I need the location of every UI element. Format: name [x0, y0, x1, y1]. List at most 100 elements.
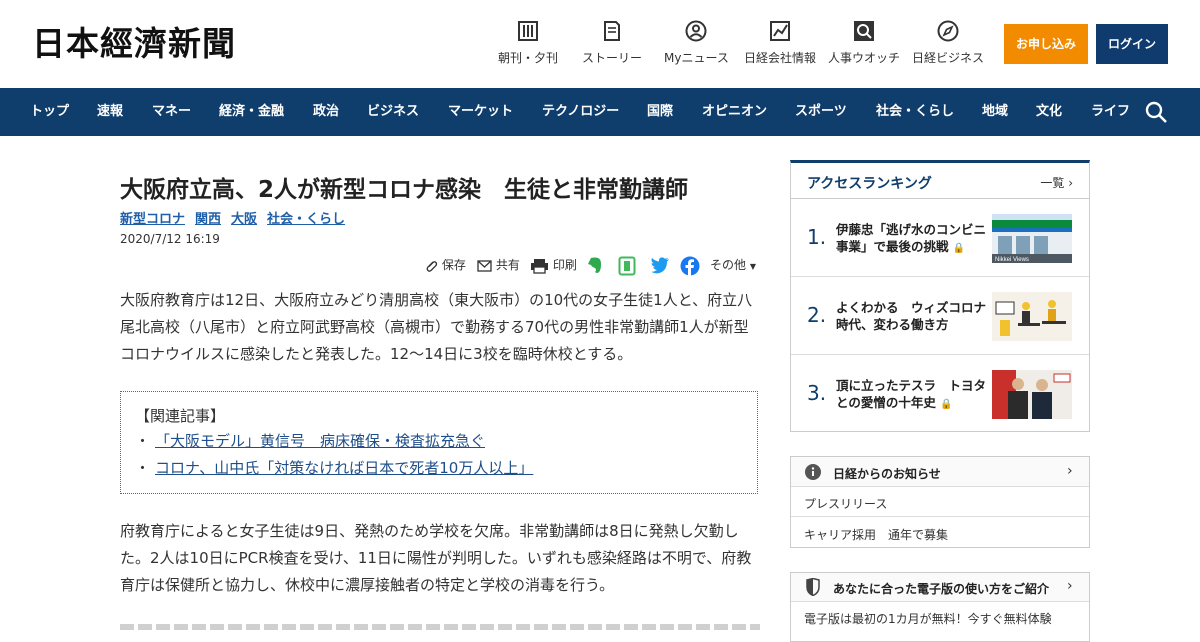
chart-icon	[770, 21, 790, 41]
related-heading: 【関連記事】	[135, 407, 226, 425]
nav-item-business[interactable]: ビジネス	[367, 88, 419, 136]
related-articles-box: 【関連記事】 ・「大阪モデル」黄信号 病床確保・検査拡充急ぐ ・コロナ、山中氏「…	[120, 391, 758, 494]
ranking-item[interactable]: 3. 頂に立ったテスラ トヨタとの愛憎の十年史 🔒	[791, 355, 1089, 433]
nav-label: 日経ビジネス	[912, 51, 985, 65]
nav-jinji-watch[interactable]: 人事ウオッチ	[828, 20, 900, 68]
save-button[interactable]: 保存	[424, 256, 466, 276]
compass-icon	[937, 20, 959, 42]
rank-number: 3.	[807, 381, 827, 405]
related-link[interactable]: 「大阪モデル」黄信号 病床確保・検査拡充急ぐ	[155, 432, 485, 450]
related-item: ・「大阪モデル」黄信号 病床確保・検査拡充急ぐ	[135, 428, 743, 455]
magnifier-icon	[854, 21, 874, 41]
article-tags: 新型コロナ 関西 大阪 社会・くらし	[120, 208, 355, 227]
nav-company-info[interactable]: 日経会社情報	[744, 20, 816, 68]
nikkei-notices: 日経からのお知らせ › プレスリリース キャリア採用 通年で募集	[790, 456, 1090, 548]
tag-link[interactable]: 新型コロナ	[120, 212, 185, 227]
twitter-button[interactable]	[650, 256, 670, 276]
nav-item-region[interactable]: 地域	[982, 88, 1008, 136]
ranking-item[interactable]: 2. よくわかる ウィズコロナ時代、変わる働き方	[791, 277, 1089, 355]
notice-label: キャリア採用 通年で募集	[804, 528, 949, 542]
clip-icon	[426, 260, 438, 272]
nav-item-top[interactable]: トップ	[30, 88, 69, 136]
tag-link[interactable]: 関西	[195, 212, 221, 227]
print-button[interactable]: 印刷	[530, 256, 577, 276]
login-button[interactable]: ログイン	[1096, 24, 1168, 64]
apply-button[interactable]: お申し込み	[1004, 24, 1088, 64]
caret-down-icon: ▼	[749, 262, 756, 271]
user-icon	[685, 20, 707, 42]
nav-item-sports[interactable]: スポーツ	[795, 88, 847, 136]
article-date: 2020/7/12 16:19	[120, 232, 220, 246]
more-label: その他	[710, 258, 747, 272]
evernote-icon	[588, 257, 601, 273]
chevron-right-icon: ›	[1067, 578, 1073, 594]
rank-number: 2.	[807, 303, 827, 327]
rank-number: 1.	[807, 225, 827, 249]
more-button[interactable]: その他 ▼	[710, 256, 756, 276]
nav-item-technology[interactable]: テクノロジー	[542, 88, 619, 136]
guide-text[interactable]: 電子版は最初の1カ月が無料！今すぐ無料体験	[804, 610, 1052, 627]
digital-guide-box: あなたに合った電子版の使い方をご紹介 › 電子版は最初の1カ月が無料！今すぐ無料…	[790, 572, 1090, 642]
search-icon[interactable]	[1144, 100, 1168, 124]
text-fragment	[120, 624, 760, 630]
nav-item-economy[interactable]: 経済・金融	[219, 88, 284, 136]
bullet: ・	[135, 459, 151, 477]
bookmark-button[interactable]	[618, 256, 636, 276]
work-style-illustration-thumbnail	[992, 292, 1072, 341]
guide-header[interactable]: あなたに合った電子版の使い方をご紹介 ›	[791, 573, 1089, 602]
notice-label: プレスリリース	[804, 497, 888, 511]
site-header: 日本經濟新聞 朝刊・夕刊 ストーリー Myニュース 日経会社情報 人事ウオッチ …	[0, 0, 1200, 88]
tag-link[interactable]: 社会・くらし	[267, 212, 345, 227]
nav-label: ストーリー	[581, 51, 642, 65]
evernote-button[interactable]	[586, 256, 604, 276]
nav-label: 朝刊・夕刊	[498, 51, 559, 65]
rank-headline: 頂に立ったテスラ トヨタとの愛憎の十年史 🔒	[836, 377, 986, 413]
twitter-icon	[651, 257, 669, 274]
ranking-header: アクセスランキング 一覧 ›	[791, 163, 1089, 199]
lock-icon: 🔒	[940, 399, 953, 410]
site-logo[interactable]: 日本經濟新聞	[32, 24, 236, 64]
guide-title: あなたに合った電子版の使い方をご紹介	[833, 582, 1050, 596]
nav-item-society[interactable]: 社会・くらし	[876, 88, 954, 136]
nav-story[interactable]: ストーリー	[580, 20, 644, 68]
mail-icon	[477, 259, 492, 272]
notice-item[interactable]: プレスリリース	[791, 487, 1089, 517]
facebook-button[interactable]	[680, 256, 700, 276]
nav-nikkei-business[interactable]: 日経ビジネス	[912, 20, 984, 68]
category-nav: トップ 速報 マネー 経済・金融 政治 ビジネス マーケット テクノロジー 国際…	[0, 88, 1200, 136]
bullet: ・	[135, 432, 151, 450]
access-ranking: アクセスランキング 一覧 › 1. 伊藤忠「逃げ水のコンビニ事業」で最後の挑戦 …	[790, 160, 1090, 432]
nav-item-money[interactable]: マネー	[152, 88, 191, 136]
nav-item-life[interactable]: ライフ	[1091, 88, 1130, 136]
ranking-more-label: 一覧	[1040, 176, 1065, 190]
nav-item-international[interactable]: 国際	[647, 88, 673, 136]
print-icon	[531, 258, 548, 274]
nav-newspaper[interactable]: 朝刊・夕刊	[498, 20, 558, 68]
nav-item-market[interactable]: マーケット	[448, 88, 513, 136]
tesla-toyota-photo-thumbnail	[992, 370, 1072, 419]
nav-item-politics[interactable]: 政治	[313, 88, 339, 136]
nav-item-opinion[interactable]: オピニオン	[702, 88, 767, 136]
related-link[interactable]: コロナ、山中氏「対策なければ日本で死者10万人以上」	[155, 459, 533, 477]
tag-link[interactable]: 大阪	[231, 212, 257, 227]
share-button[interactable]: 共有	[477, 256, 520, 276]
nav-item-breaking[interactable]: 速報	[97, 88, 123, 136]
notices-header[interactable]: 日経からのお知らせ ›	[791, 457, 1089, 487]
bookmark-icon	[618, 256, 636, 276]
rank-headline-text: 頂に立ったテスラ トヨタとの愛憎の十年史	[836, 378, 987, 410]
ranking-item[interactable]: 1. 伊藤忠「逃げ水のコンビニ事業」で最後の挑戦 🔒 Nikkei Views	[791, 199, 1089, 277]
lock-icon: 🔒	[952, 243, 966, 254]
article-paragraph: 府教育庁によると女子生徒は9日、発熱のため学校を欠席。非常勤講師は8日に発熱し欠…	[120, 522, 752, 594]
rank-headline: 伊藤忠「逃げ水のコンビニ事業」で最後の挑戦 🔒	[836, 221, 986, 257]
familymart-store-thumbnail: Nikkei Views	[992, 214, 1072, 263]
article-paragraph: 大阪府教育庁は12日、大阪府立みどり清朋高校（東大阪市）の10代の女子生徒1人と…	[120, 291, 753, 363]
newspaper-icon	[518, 21, 538, 41]
notices-title: 日経からのお知らせ	[833, 467, 941, 481]
nav-mynews[interactable]: Myニュース	[664, 20, 729, 68]
chevron-right-icon: ›	[1067, 463, 1073, 479]
nav-item-culture[interactable]: 文化	[1036, 88, 1062, 136]
rank-headline: よくわかる ウィズコロナ時代、変わる働き方	[836, 300, 987, 332]
ranking-more-link[interactable]: 一覧 ›	[1040, 174, 1073, 191]
notice-item[interactable]: キャリア採用 通年で募集	[791, 518, 1089, 548]
nav-label: 日経会社情報	[744, 51, 817, 65]
